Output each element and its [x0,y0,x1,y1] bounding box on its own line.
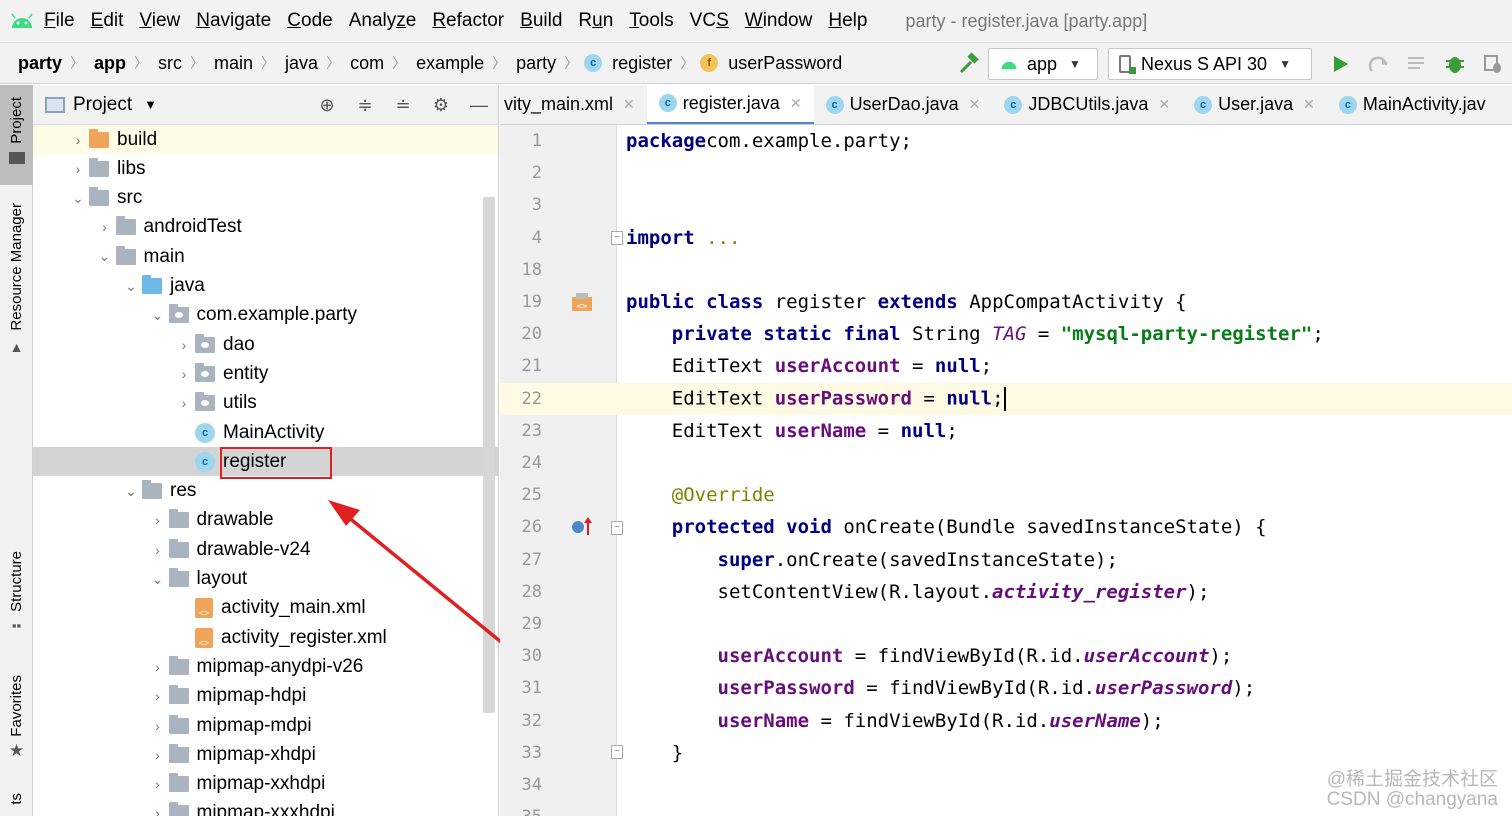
code-line[interactable]: 29 [500,608,1512,640]
code-text: setContentView(R.layout.activity_registe… [626,580,1210,603]
code-line[interactable]: 2 [500,157,1512,189]
line-number: 3 [531,195,542,216]
class-icon: c [825,95,844,114]
text-cursor [1003,386,1006,411]
line-number: 20 [521,324,542,345]
line-number: 19 [521,292,542,312]
fold-toggle-icon[interactable]: − [611,745,623,759]
code-editor[interactable]: 1 packagecom.example.party; 2 3 4 import ... 1… [500,125,1512,816]
class-icon: c [658,94,677,112]
code-text: private static final String TAG = "mysql… [671,323,1324,346]
code-line[interactable]: 4 import ... [500,222,1512,254]
fold-toggle-icon[interactable]: − [611,231,623,245]
svg-text:<>: <> [577,302,588,312]
close-tab-icon[interactable]: ✕ [969,96,981,113]
code-text: @Override [671,484,775,507]
code-line[interactable]: 25 @Override [500,479,1512,511]
watermark-line-1: @稀土掘金技术社区 [1326,769,1498,790]
line-number: 24 [521,453,542,473]
code-line[interactable]: 32 userName = findViewById(R.id.userName… [500,705,1512,737]
code-line[interactable]: 21 EditText userAccount = null; [500,350,1512,382]
watermark-line-2: CSDN @changyana [1326,789,1498,810]
line-number: 27 [521,549,542,570]
override-method-gutter-icon[interactable] [570,515,594,539]
line-number: 28 [521,581,542,602]
line-number: 33 [521,742,542,763]
line-number: 34 [521,775,542,795]
code-line[interactable]: 31 userPassword = findViewById(R.id.user… [500,672,1512,704]
code-line[interactable]: 27 super.onCreate(savedInstanceState); [500,544,1512,576]
close-tab-icon[interactable]: ✕ [1158,96,1170,113]
code-line[interactable]: 23 EditText userName = null; [500,415,1512,447]
code-text: public class register extends AppCompatA… [626,291,1187,313]
code-line[interactable]: 20 private static final String TAG = "my… [500,318,1512,350]
code-text: EditText userAccount = null; [626,355,993,378]
code-text: } [626,741,684,764]
code-line[interactable]: 24 [500,447,1512,479]
watermark: @稀土掘金技术社区 CSDN @changyana [1327,770,1498,810]
code-text: super.onCreate(savedInstanceState); [717,548,1118,571]
code-text: userAccount = findViewById(R.id.userAcco… [717,645,1233,668]
code-line[interactable]: 22 EditText userPassword = null; [500,382,1512,415]
code-text: EditText userPassword = null; [626,386,1006,411]
line-number: 18 [521,259,542,280]
code-line[interactable]: 18 [500,254,1512,286]
line-number: 22 [521,388,542,409]
line-number: 1 [531,131,542,151]
editor-tab[interactable]: c UserDao.java ✕ [814,85,993,124]
line-number: 26 [521,517,542,538]
code-text: userName = findViewById(R.id.userName); [717,709,1164,732]
layout-xml-gutter-icon[interactable]: <> [570,291,594,315]
class-icon: c [1004,95,1023,114]
code-text: EditText userName = null; [626,419,958,442]
code-line[interactable]: 1 packagecom.example.party; [500,125,1512,157]
class-icon: c [1194,95,1213,114]
line-number: 31 [521,678,542,699]
line-number: 25 [521,485,542,506]
line-number: 2 [531,163,542,184]
code-text: protected void onCreate(Bundle savedInst… [671,516,1267,539]
close-tab-icon[interactable]: ✕ [790,95,802,112]
class-icon: c [1338,95,1357,114]
editor-tab[interactable]: c User.java ✕ [1182,85,1327,124]
editor-tab[interactable]: c MainActivity.jav [1327,85,1498,124]
line-number: 4 [531,227,542,248]
editor-tab[interactable]: vity_main.xml ✕ [500,85,647,124]
editor-tab[interactable]: c JDBCUtils.java ✕ [992,85,1182,124]
code-line[interactable]: 30 userAccount = findViewById(R.id.userA… [500,640,1512,672]
line-number: 23 [521,420,542,441]
line-number: 21 [521,356,542,377]
fold-toggle-icon[interactable]: − [611,521,623,535]
close-tab-icon[interactable]: ✕ [1303,96,1315,113]
line-number: 30 [521,646,542,667]
line-number: 35 [500,807,542,816]
code-line[interactable]: 28 setContentView(R.layout.activity_regi… [500,576,1512,608]
close-tab-icon[interactable]: ✕ [623,96,635,113]
code-text: userPassword = findViewById(R.id.userPas… [717,677,1256,700]
line-number: 32 [521,710,542,731]
editor-tabs: vity_main.xml ✕ c register.java ✕ c UserDao.ja… [500,85,1512,125]
editor-tab[interactable]: c register.java ✕ [646,85,814,124]
code-line[interactable]: 33 } [500,737,1512,769]
line-number: 29 [521,614,542,634]
code-line[interactable]: 26 protected void onCreate(Bundle savedI… [500,511,1512,543]
code-text: import ... [626,226,741,249]
code-text: packagecom.example.party; [626,130,912,152]
code-line[interactable]: 3 [500,189,1512,221]
code-line[interactable]: 19 public class register extends AppCompa… [500,286,1512,318]
